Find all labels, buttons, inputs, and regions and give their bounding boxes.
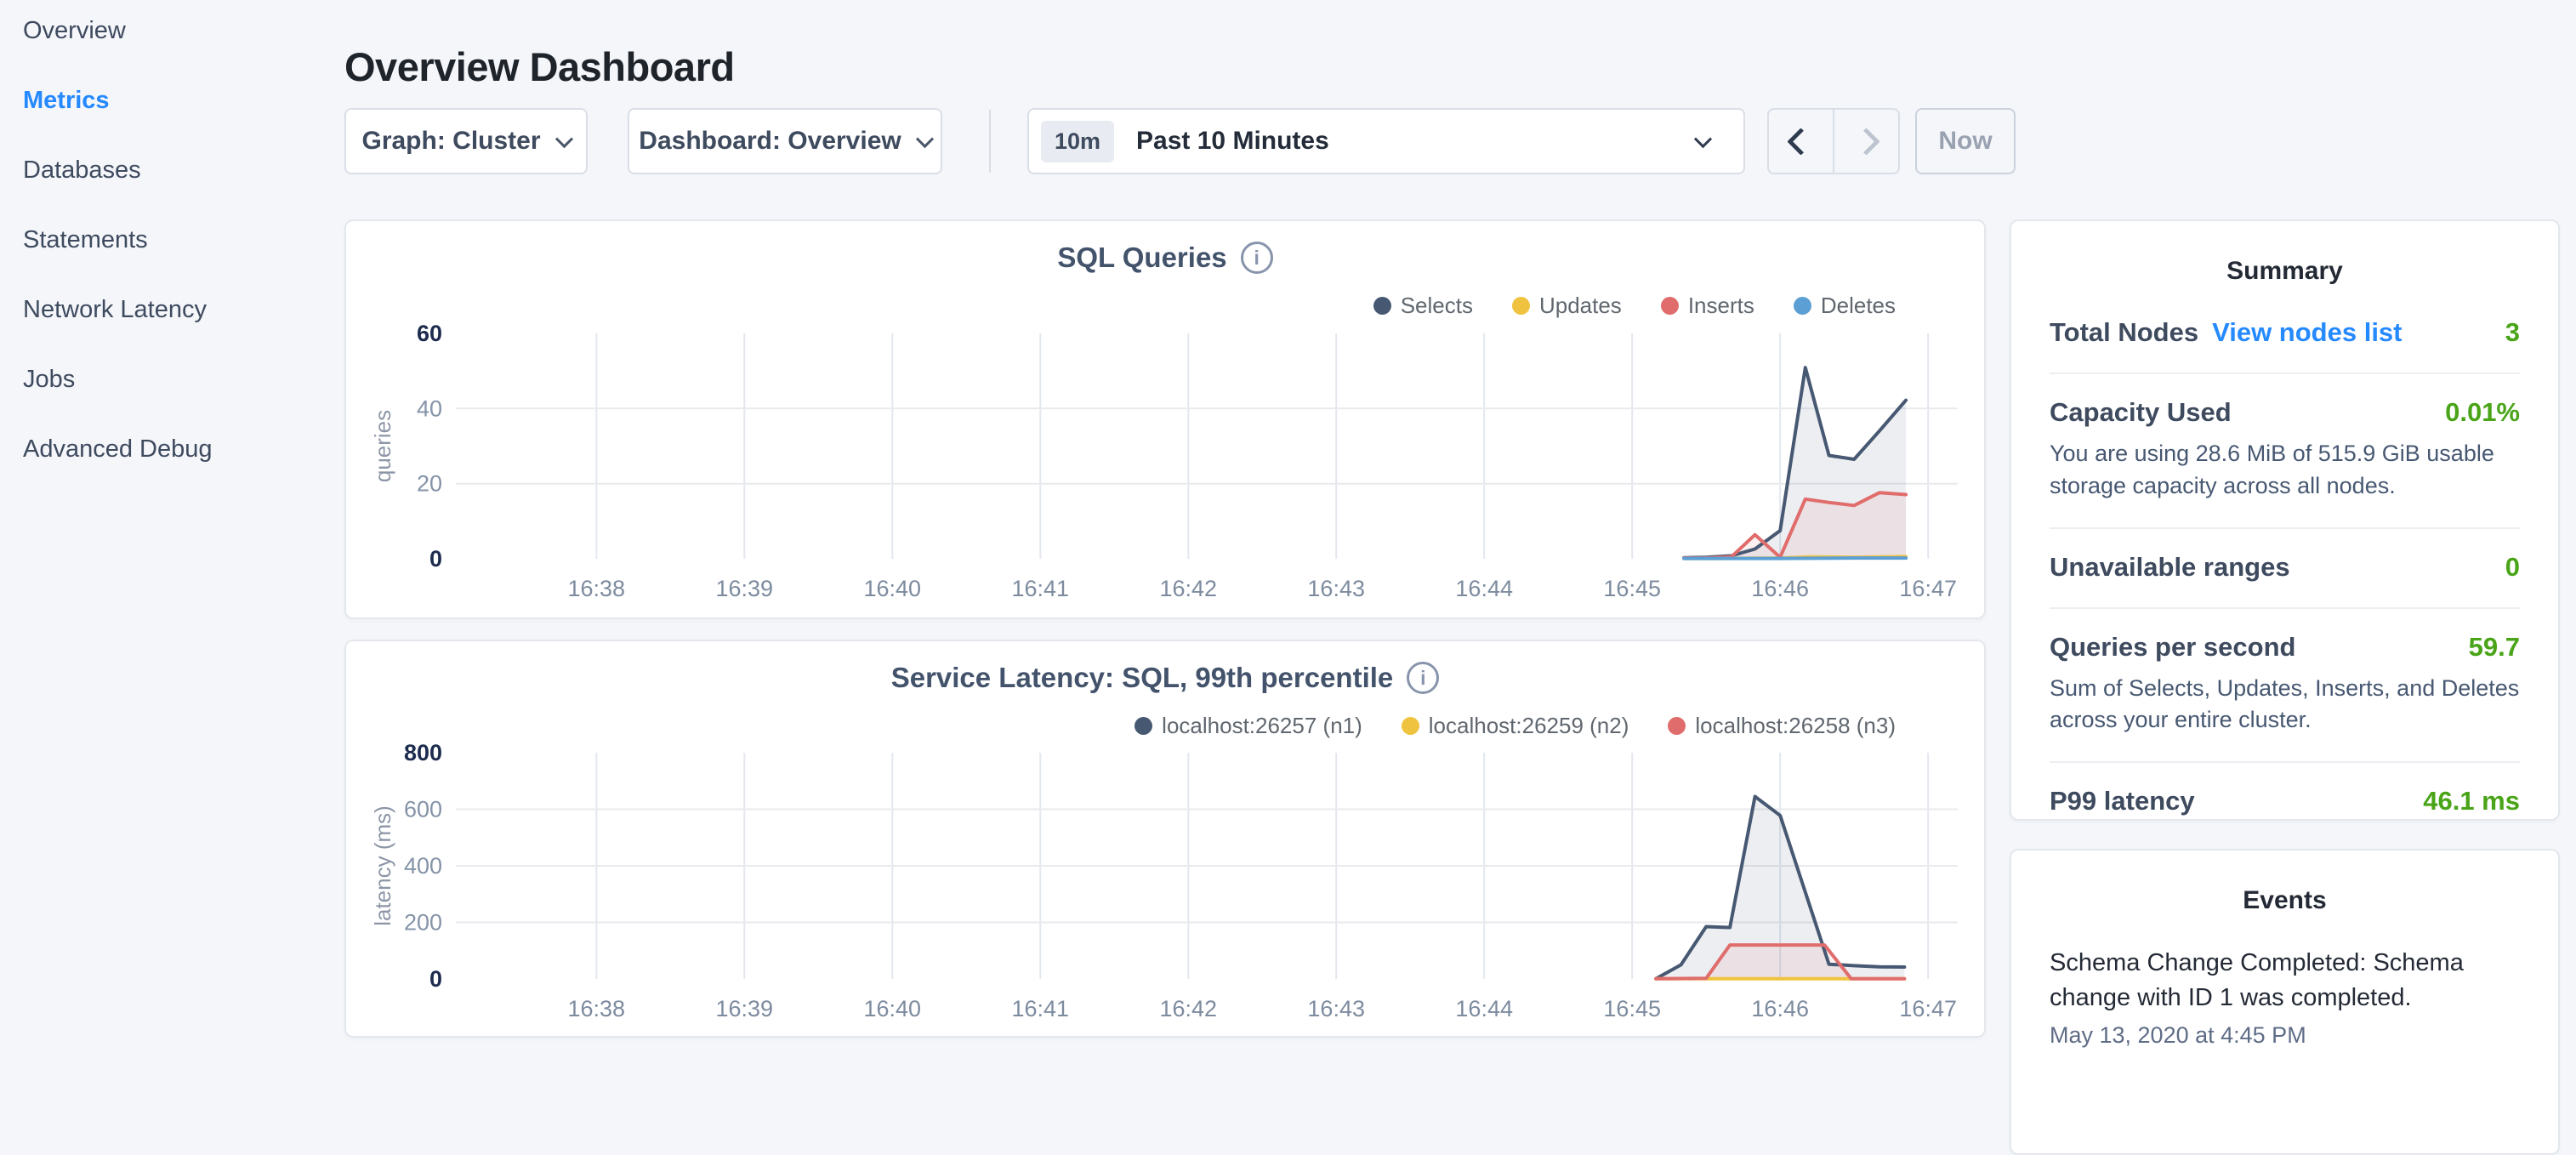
- sidebar-item-label: Jobs: [23, 366, 75, 393]
- queries-per-second-label: Queries per second: [2050, 632, 2295, 663]
- svg-text:16:39: 16:39: [716, 576, 774, 601]
- svg-text:16:40: 16:40: [864, 576, 922, 601]
- svg-text:16:39: 16:39: [716, 996, 774, 1021]
- events-panel: Events Schema Change Completed: Schema c…: [2010, 849, 2560, 1155]
- svg-text:40: 40: [417, 395, 442, 421]
- event-item-timestamp: May 13, 2020 at 4:45 PM: [2050, 1022, 2520, 1049]
- chevron-left-icon: [1787, 128, 1815, 156]
- queries-per-second-description: Sum of Selects, Updates, Inserts, and De…: [2050, 673, 2520, 737]
- svg-text:16:45: 16:45: [1603, 576, 1661, 601]
- sidebar-item-label: Overview: [23, 17, 126, 44]
- svg-text:800: 800: [404, 740, 442, 765]
- event-item-text[interactable]: Schema Change Completed: Schema change w…: [2050, 946, 2520, 1016]
- capacity-used-value: 0.01%: [2445, 397, 2520, 428]
- service-latency-chart[interactable]: 16:38 16:39 16:40 16:41 16:42 16:43 16:44 16:45…: [346, 641, 1987, 1039]
- svg-text:16:46: 16:46: [1751, 576, 1809, 601]
- sidebar-item-advanced-debug[interactable]: Advanced Debug: [23, 435, 321, 463]
- view-nodes-list-link[interactable]: View nodes list: [2212, 317, 2402, 348]
- summary-panel: Summary Total Nodes View nodes list 3 Ca…: [2010, 219, 2560, 821]
- now-button[interactable]: Now: [1915, 108, 2016, 174]
- page: Overview Metrics Databases Statements Ne…: [0, 0, 2576, 1051]
- svg-text:16:44: 16:44: [1455, 996, 1513, 1021]
- summary-row-queries-per-second: Queries per second 59.7 Sum of Selects, …: [2050, 609, 2520, 764]
- svg-text:0: 0: [429, 966, 442, 992]
- sidebar-item-databases[interactable]: Databases: [23, 156, 321, 184]
- svg-text:16:47: 16:47: [1899, 576, 1957, 601]
- sidebar-item-label: Network Latency: [23, 296, 207, 323]
- unavailable-ranges-label: Unavailable ranges: [2050, 552, 2290, 583]
- sidebar-item-jobs[interactable]: Jobs: [23, 366, 321, 393]
- sidebar-item-network-latency[interactable]: Network Latency: [23, 296, 321, 323]
- svg-text:16:41: 16:41: [1012, 996, 1070, 1021]
- total-nodes-label: Total Nodes: [2050, 317, 2198, 348]
- svg-text:400: 400: [404, 853, 442, 879]
- chevron-right-icon: [1852, 128, 1880, 156]
- total-nodes-value: 3: [2505, 317, 2520, 348]
- sidebar-item-label: Advanced Debug: [23, 435, 213, 463]
- time-range-label: Past 10 Minutes: [1136, 127, 1329, 156]
- sidebar-item-statements[interactable]: Statements: [23, 226, 321, 253]
- svg-text:16:38: 16:38: [568, 576, 626, 601]
- next-time-button[interactable]: [1833, 108, 1900, 174]
- svg-text:16:43: 16:43: [1307, 576, 1365, 601]
- dashboard-dropdown[interactable]: Dashboard: Overview: [628, 108, 942, 174]
- sql-queries-card: SQL Queries i SelectsUpdatesInsertsDelet…: [344, 219, 1986, 619]
- graph-dropdown-label: Graph: Cluster: [361, 127, 540, 156]
- page-title: Overview Dashboard: [344, 45, 735, 89]
- unavailable-ranges-value: 0: [2505, 552, 2520, 583]
- svg-text:200: 200: [404, 910, 442, 936]
- svg-text:16:42: 16:42: [1160, 576, 1218, 601]
- dashboard-dropdown-label: Dashboard: Overview: [639, 127, 901, 156]
- p99-latency-label: P99 latency: [2050, 786, 2195, 816]
- sidebar: Overview Metrics Databases Statements Ne…: [23, 17, 321, 463]
- svg-text:16:38: 16:38: [568, 996, 626, 1021]
- time-range-selector[interactable]: 10m Past 10 Minutes: [1027, 108, 1745, 174]
- capacity-used-label: Capacity Used: [2050, 397, 2232, 428]
- summary-row-p99-latency: P99 latency 46.1 ms: [2050, 763, 2520, 841]
- svg-text:16:46: 16:46: [1751, 996, 1809, 1021]
- time-range-badge: 10m: [1041, 121, 1114, 162]
- svg-text:60: 60: [417, 321, 442, 346]
- svg-text:16:40: 16:40: [864, 996, 922, 1021]
- svg-text:16:42: 16:42: [1160, 996, 1218, 1021]
- sidebar-item-label: Statements: [23, 226, 148, 253]
- summary-row-capacity-used: Capacity Used 0.01% You are using 28.6 M…: [2050, 374, 2520, 529]
- summary-row-total-nodes: Total Nodes View nodes list 3: [2050, 294, 2520, 374]
- svg-text:0: 0: [429, 546, 442, 572]
- svg-text:16:47: 16:47: [1899, 996, 1957, 1021]
- graph-dropdown[interactable]: Graph: Cluster: [344, 108, 588, 174]
- service-latency-card: Service Latency: SQL, 99th percentile i …: [344, 640, 1986, 1038]
- time-pager: [1767, 108, 1900, 174]
- svg-text:16:41: 16:41: [1012, 576, 1070, 601]
- capacity-used-description: You are using 28.6 MiB of 515.9 GiB usab…: [2050, 438, 2520, 503]
- sidebar-item-overview[interactable]: Overview: [23, 17, 321, 44]
- svg-text:queries: queries: [370, 410, 395, 482]
- summary-row-unavailable-ranges: Unavailable ranges 0: [2050, 529, 2520, 609]
- chevron-down-icon: [916, 130, 934, 148]
- svg-text:16:45: 16:45: [1603, 996, 1661, 1021]
- svg-text:latency (ms): latency (ms): [370, 805, 395, 926]
- events-title: Events: [2050, 874, 2520, 924]
- svg-text:600: 600: [404, 797, 442, 822]
- summary-title: Summary: [2050, 245, 2520, 294]
- sidebar-item-label: Metrics: [23, 87, 110, 114]
- chevron-down-icon: [554, 130, 572, 148]
- queries-per-second-value: 59.7: [2469, 632, 2520, 663]
- sql-queries-chart[interactable]: 16:38 16:39 16:40 16:41 16:42 16:43 16:44 16:45…: [346, 221, 1987, 621]
- previous-time-button[interactable]: [1767, 108, 1834, 174]
- sidebar-item-label: Databases: [23, 156, 141, 184]
- svg-text:16:44: 16:44: [1455, 576, 1513, 601]
- svg-text:16:43: 16:43: [1307, 996, 1365, 1021]
- p99-latency-value: 46.1 ms: [2423, 786, 2520, 816]
- svg-text:20: 20: [417, 471, 442, 497]
- sidebar-item-metrics[interactable]: Metrics: [23, 87, 321, 114]
- toolbar-divider: [989, 110, 991, 173]
- chevron-down-icon: [1694, 130, 1712, 148]
